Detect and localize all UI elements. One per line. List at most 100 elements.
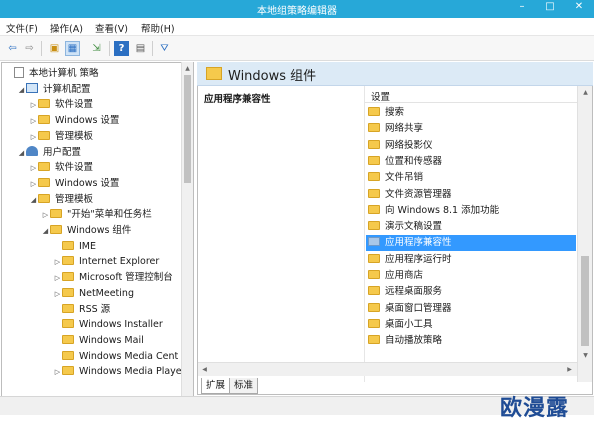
folder-icon bbox=[62, 272, 74, 282]
folder-icon bbox=[368, 188, 380, 198]
expand-arrow-icon[interactable]: ◢ bbox=[41, 224, 50, 239]
expand-arrow-icon[interactable]: ▷ bbox=[41, 208, 50, 223]
tree-item-label: Windows Media Playe bbox=[79, 366, 182, 378]
details-header: Windows 组件 bbox=[197, 62, 593, 86]
expand-arrow-icon[interactable]: ▷ bbox=[53, 365, 62, 380]
expand-arrow-icon[interactable]: ▷ bbox=[53, 255, 62, 270]
toolbar: ⇦ ⇨ ▣ ▦ ⇲ ? ▤ ⛛ bbox=[0, 36, 594, 61]
folder-icon bbox=[368, 155, 380, 165]
tree-item[interactable]: Windows Media Cent bbox=[53, 349, 178, 364]
tree-item[interactable]: ◢ 计算机配置 bbox=[17, 82, 91, 97]
tree-scrollbar[interactable]: ▲ ▼ bbox=[181, 62, 193, 409]
tree-item-label: "开始"菜单和任务栏 bbox=[67, 209, 152, 221]
setting-list-item[interactable]: 远程桌面服务 bbox=[366, 284, 576, 300]
folder-icon bbox=[368, 237, 380, 247]
tree-item[interactable]: ▷ Microsoft 管理控制台 bbox=[53, 270, 173, 285]
expand-arrow-icon[interactable]: ▷ bbox=[53, 287, 62, 302]
expand-arrow-icon[interactable]: ▷ bbox=[29, 130, 38, 145]
tree-item[interactable]: ▷ NetMeeting bbox=[53, 286, 134, 301]
tree-item[interactable]: ◢ 管理模板 bbox=[29, 192, 93, 207]
expand-arrow-icon[interactable]: ▷ bbox=[29, 114, 38, 129]
export-list-icon[interactable]: ⇲ bbox=[89, 41, 104, 56]
toolbar-divider bbox=[41, 41, 42, 56]
tree-item[interactable]: ◢ Windows 组件 bbox=[41, 223, 131, 238]
folder-icon bbox=[50, 209, 62, 219]
expand-arrow-icon[interactable]: ◢ bbox=[17, 146, 26, 161]
setting-list-item[interactable]: 自动播放策略 bbox=[366, 333, 576, 349]
tree-item[interactable]: 本地计算机 策略 bbox=[5, 66, 99, 81]
folder-icon bbox=[368, 204, 380, 214]
tree-item[interactable]: ▷ Windows 设置 bbox=[29, 113, 119, 128]
up-folder-icon[interactable]: ▣ bbox=[47, 41, 62, 56]
setting-list-item[interactable]: 搜索 bbox=[366, 105, 576, 121]
setting-list-item[interactable]: 应用商店 bbox=[366, 268, 576, 284]
folder-icon bbox=[368, 335, 380, 345]
setting-list-item[interactable]: 网络共享 bbox=[366, 121, 576, 137]
setting-list-item[interactable]: 文件资源管理器 bbox=[366, 187, 576, 203]
details-scrollbar[interactable]: ▲ ▼ bbox=[577, 86, 592, 382]
scroll-down-arrow-icon[interactable]: ▼ bbox=[580, 350, 591, 361]
setting-list-item[interactable]: 演示文稿设置 bbox=[366, 219, 576, 235]
tree-item[interactable]: IME bbox=[53, 239, 96, 254]
tree-item[interactable]: ▷ "开始"菜单和任务栏 bbox=[41, 207, 152, 222]
expand-arrow-icon[interactable]: ◢ bbox=[29, 193, 38, 208]
tab-standard[interactable]: 标准 bbox=[229, 378, 259, 394]
setting-list-item[interactable]: 位置和传感器 bbox=[366, 154, 576, 170]
tree-item[interactable]: Windows Mail bbox=[53, 333, 144, 348]
folder-icon bbox=[38, 177, 50, 187]
scroll-up-arrow-icon[interactable]: ▲ bbox=[580, 87, 591, 98]
scroll-left-arrow-icon[interactable]: ◀ bbox=[199, 364, 210, 375]
tree-pane[interactable]: 本地计算机 策略 ◢ 计算机配置 ▷ 软件设置 ▷ Windows 设置 ▷ 管理模板 ◢ 用户配置… bbox=[1, 62, 194, 409]
setting-list-item-label: 搜索 bbox=[385, 107, 405, 118]
menu-help[interactable]: 帮助(H) bbox=[141, 21, 175, 35]
details-scroll-thumb[interactable] bbox=[581, 256, 589, 346]
setting-list-item[interactable]: 网络投影仪 bbox=[366, 138, 576, 154]
tree-scroll-thumb[interactable] bbox=[184, 75, 191, 183]
expand-arrow-icon[interactable]: ◢ bbox=[17, 83, 26, 98]
watermark-text: 欧漫露 bbox=[500, 396, 570, 421]
tree-item[interactable]: ▷ 软件设置 bbox=[29, 97, 93, 112]
tree-item[interactable]: ▷ 软件设置 bbox=[29, 160, 93, 175]
folder-icon bbox=[62, 303, 74, 313]
properties-icon[interactable]: ▤ bbox=[133, 41, 148, 56]
help-icon[interactable]: ? bbox=[114, 41, 129, 56]
tree-item-label: IME bbox=[79, 240, 97, 252]
policy-document-icon bbox=[14, 67, 24, 78]
show-hide-tree-icon[interactable]: ▦ bbox=[65, 41, 80, 56]
expand-arrow-icon[interactable]: ▷ bbox=[29, 98, 38, 113]
tree-item[interactable]: Windows Installer bbox=[53, 317, 163, 332]
filter-icon[interactable]: ⛛ bbox=[157, 41, 172, 56]
menu-action[interactable]: 操作(A) bbox=[50, 21, 83, 35]
expand-arrow-icon[interactable]: ▷ bbox=[29, 161, 38, 176]
folder-icon bbox=[368, 286, 380, 296]
tree-item[interactable]: ◢ 用户配置 bbox=[17, 145, 81, 160]
tree-item-label: Windows Media Cent bbox=[79, 350, 179, 362]
setting-list-item[interactable]: 应用程序运行时 bbox=[366, 252, 576, 268]
scroll-right-arrow-icon[interactable]: ▶ bbox=[564, 364, 575, 375]
scroll-up-arrow-icon[interactable]: ▲ bbox=[182, 63, 193, 74]
tab-extended[interactable]: 扩展 bbox=[201, 378, 231, 394]
maximize-button[interactable]: □ bbox=[541, 1, 559, 12]
column-header-setting[interactable]: 设置 bbox=[365, 86, 578, 103]
tree-item[interactable]: ▷ Internet Explorer bbox=[53, 254, 159, 269]
forward-arrow-icon[interactable]: ⇨ bbox=[22, 41, 37, 56]
expand-arrow-icon[interactable]: ▷ bbox=[29, 177, 38, 192]
tree-item[interactable]: ▷ 管理模板 bbox=[29, 129, 93, 144]
setting-list-item[interactable]: 桌面小工具 bbox=[366, 317, 576, 333]
setting-list-item[interactable]: 桌面窗口管理器 bbox=[366, 301, 576, 317]
close-button[interactable]: ✕ bbox=[570, 1, 588, 12]
back-arrow-icon[interactable]: ⇦ bbox=[5, 41, 20, 56]
menu-view[interactable]: 查看(V) bbox=[95, 21, 128, 35]
tree-item[interactable]: ▷ Windows Media Playe bbox=[53, 364, 182, 379]
folder-icon bbox=[368, 139, 380, 149]
horizontal-scrollbar[interactable]: ◀ ▶ bbox=[198, 362, 577, 376]
minimize-button[interactable]: – bbox=[513, 1, 531, 12]
expand-arrow-icon[interactable]: ▷ bbox=[53, 271, 62, 286]
tree-item[interactable]: RSS 源 bbox=[53, 302, 110, 317]
setting-list-item[interactable]: 应用程序兼容性 bbox=[366, 235, 576, 252]
menu-file[interactable]: 文件(F) bbox=[6, 21, 38, 35]
tree-item[interactable]: ▷ Windows 设置 bbox=[29, 176, 119, 191]
tree-item-label: NetMeeting bbox=[79, 287, 134, 299]
setting-list-item[interactable]: 文件吊销 bbox=[366, 170, 576, 186]
setting-list-item[interactable]: 向 Windows 8.1 添加功能 bbox=[366, 203, 576, 219]
